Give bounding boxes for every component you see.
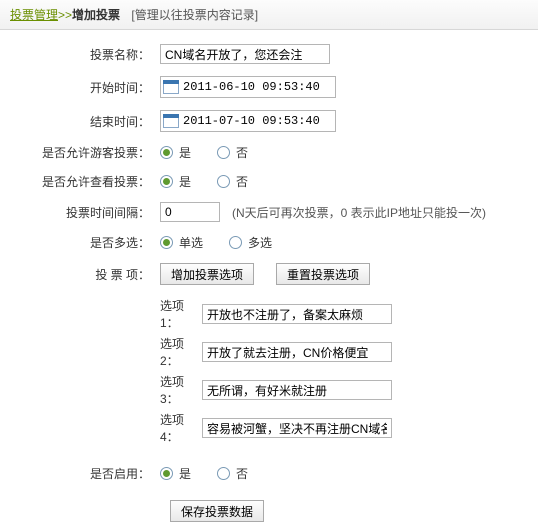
multi-radio[interactable] [229,236,242,249]
option-3-input[interactable] [202,380,392,400]
view-yes-radio[interactable] [160,175,173,188]
reset-option-button[interactable]: 重置投票选项 [276,263,370,285]
option-4-input[interactable] [202,418,392,438]
option-label: 选项4： [160,411,202,445]
radio-label-yes: 是 [179,465,191,482]
radio-label-no: 否 [236,465,248,482]
label-options: 投 票 项： [10,266,160,283]
vote-name-input[interactable] [160,44,330,64]
label-interval: 投票时间间隔： [10,204,160,221]
breadcrumb-sep: >> [58,8,72,22]
label-end: 结束时间： [10,113,160,130]
interval-input[interactable] [160,202,220,222]
label-start: 开始时间： [10,79,160,96]
end-time-picker[interactable] [160,110,336,132]
option-1-input[interactable] [202,304,392,324]
single-radio[interactable] [160,236,173,249]
calendar-icon [163,80,179,94]
add-option-button[interactable]: 增加投票选项 [160,263,254,285]
radio-label-yes: 是 [179,144,191,161]
option-label: 选项3： [160,373,202,407]
label-enable: 是否启用： [10,465,160,482]
option-label: 选项1： [160,297,202,331]
radio-label-no: 否 [236,144,248,161]
option-label: 选项2： [160,335,202,369]
label-multi: 是否多选： [10,234,160,251]
enable-yes-radio[interactable] [160,467,173,480]
radio-label-single: 单选 [179,234,203,251]
breadcrumb-root-link[interactable]: 投票管理 [10,8,58,22]
label-guest: 是否允许游客投票： [10,144,160,161]
breadcrumb: 投票管理>>增加投票 [管理以往投票内容记录] [0,0,538,30]
breadcrumb-manage-link[interactable]: [管理以往投票内容记录] [131,8,258,22]
option-2-input[interactable] [202,342,392,362]
radio-label-no: 否 [236,173,248,190]
radio-label-multi: 多选 [248,234,272,251]
guest-yes-radio[interactable] [160,146,173,159]
end-time-input[interactable] [183,112,333,130]
vote-form: 投票名称： 开始时间： 结束时间： 是否允许游客投票： 是 否 是 [0,30,538,532]
start-time-picker[interactable] [160,76,336,98]
view-no-radio[interactable] [217,175,230,188]
submit-button[interactable]: 保存投票数据 [170,500,264,522]
enable-no-radio[interactable] [217,467,230,480]
breadcrumb-current: 增加投票 [72,8,120,22]
guest-no-radio[interactable] [217,146,230,159]
interval-hint: (N天后可再次投票，0 表示此IP地址只能投一次) [232,204,486,221]
calendar-icon [163,114,179,128]
label-name: 投票名称： [10,46,160,63]
radio-label-yes: 是 [179,173,191,190]
start-time-input[interactable] [183,78,333,96]
label-view: 是否允许查看投票： [10,173,160,190]
